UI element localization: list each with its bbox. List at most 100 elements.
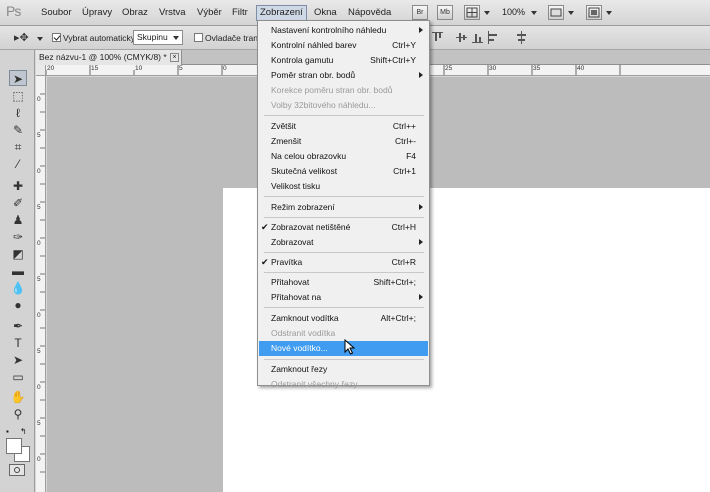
ruler-corner[interactable] — [36, 65, 46, 76]
menu-item-32bit-preview-options: Volby 32bitového náhledu... — [271, 100, 376, 110]
menu-item-proof-setup[interactable]: Nastavení kontrolního náhledu — [259, 23, 428, 38]
menu-item-zoom-in[interactable]: Zvětšit Ctrl++ — [259, 119, 428, 134]
move-tool-preset-icon[interactable]: ▸✥ — [14, 31, 29, 44]
align-bottom-icon[interactable] — [472, 31, 483, 44]
ruler-tick-label: 0 — [37, 240, 41, 247]
menu-filtr[interactable]: Filtr — [229, 6, 251, 20]
hand-view-icon[interactable] — [548, 5, 564, 20]
zoom-level[interactable]: 100% — [502, 7, 525, 17]
menu-upravy[interactable]: Úpravy — [79, 6, 115, 20]
menu-item-gamut-warning[interactable]: Kontrola gamutu Shift+Ctrl+Y — [259, 53, 428, 68]
ruler-tick-label: 15 — [91, 65, 99, 72]
auto-select-checkbox[interactable] — [52, 33, 61, 42]
blur-tool-icon[interactable]: 💧 — [9, 280, 27, 296]
chevron-down-icon[interactable] — [37, 37, 43, 41]
menu-item-zoom-out[interactable]: Zmenšit Ctrl+- — [259, 134, 428, 149]
spot-healing-tool-icon[interactable]: ✚ — [9, 178, 27, 194]
chevron-down-icon[interactable] — [484, 11, 490, 15]
eraser-tool-icon[interactable]: ◩ — [9, 246, 27, 262]
menu-napoveda[interactable]: Nápověda — [345, 6, 394, 20]
menu-item-rulers[interactable]: ✔ Pravítka Ctrl+R — [259, 255, 428, 270]
menu-item-pixel-aspect-ratio[interactable]: Poměr stran obr. bodů — [259, 68, 428, 83]
ruler-tick-label: 5 — [37, 276, 41, 283]
eyedropper-tool-icon[interactable]: ⁄ — [9, 156, 27, 172]
chevron-down-icon[interactable] — [531, 11, 537, 15]
zoom-tool-icon[interactable]: ⚲ — [9, 406, 27, 422]
path-selection-tool-icon[interactable]: ➤ — [9, 352, 27, 368]
mini-bridge-icon[interactable]: Mb — [437, 5, 453, 20]
align-top-icon[interactable] — [432, 31, 443, 44]
menu-item-lock-slices[interactable]: Zamknout řezy — [259, 362, 428, 377]
chevron-down-icon[interactable] — [606, 11, 612, 15]
swap-colors-icon[interactable]: ↰ — [20, 427, 27, 436]
ruler-tick-label: 5 — [37, 348, 41, 355]
close-icon[interactable]: × — [170, 53, 179, 62]
move-tool-icon[interactable]: ➤ — [9, 70, 27, 86]
menu-item-print-size[interactable]: Velikost tisku — [259, 179, 428, 194]
pen-tool-icon[interactable]: ✒ — [9, 318, 27, 334]
align-vertical-center-icon[interactable] — [456, 31, 467, 44]
default-colors-icon[interactable]: ▪ — [6, 427, 9, 436]
arrange-documents-icon[interactable] — [586, 5, 602, 20]
menu-vyber[interactable]: Výběr — [194, 6, 225, 20]
menu-item-fit-on-screen[interactable]: Na celou obrazovku F4 — [259, 149, 428, 164]
ruler-tick-label: 0 — [37, 96, 41, 103]
menu-item-extras[interactable]: ✔ Zobrazovat netištěné Ctrl+H — [259, 220, 428, 235]
menu-item-snap-to[interactable]: Přitahovat na — [259, 290, 428, 305]
ruler-tick-label: 0 — [37, 312, 41, 319]
menu-separator — [264, 217, 424, 218]
menu-okna[interactable]: Okna — [311, 6, 340, 20]
clone-stamp-tool-icon[interactable]: ♟ — [9, 212, 27, 228]
document-tab-title: Bez názvu-1 @ 100% (CMYK/8) * — [39, 52, 167, 62]
toolbox: ➤ ⬚ ℓ ✎ ⌗ ⁄ ✚ ✐ ♟ ✑ ◩ ▬ 💧 ● ✒ T ➤ ▭ ✋ ⚲ … — [0, 50, 35, 492]
menu-item-pixel-aspect-correction: Korekce poměru stran obr. bodů — [271, 85, 393, 95]
menu-item-show[interactable]: Zobrazovat — [259, 235, 428, 250]
hand-tool-icon[interactable]: ✋ — [9, 389, 27, 405]
foreground-color-swatch[interactable] — [6, 438, 22, 454]
align-left-icon[interactable] — [488, 31, 499, 44]
chevron-down-icon[interactable] — [568, 11, 574, 15]
photoshop-logo: Ps — [6, 3, 21, 19]
quick-selection-tool-icon[interactable]: ✎ — [9, 122, 27, 138]
mouse-cursor-icon — [344, 339, 356, 355]
vertical-ruler[interactable]: 0 5 0 5 0 5 0 5 0 5 0 — [36, 76, 46, 492]
auto-select-dropdown[interactable]: Skupinu — [133, 30, 183, 45]
transform-controls-label: Ovladače trans — [205, 33, 263, 43]
menu-item-screen-mode[interactable]: Režim zobrazení — [259, 200, 428, 215]
menu-item-proof-colors[interactable]: Kontrolní náhled barev Ctrl+Y — [259, 38, 428, 53]
menu-item-lock-guides[interactable]: Zamknout vodítka Alt+Ctrl+; — [259, 311, 428, 326]
menu-zobrazeni[interactable]: Zobrazení — [256, 5, 307, 21]
crop-tool-icon[interactable]: ⌗ — [9, 139, 27, 155]
dodge-tool-icon[interactable]: ● — [9, 297, 27, 313]
menu-separator — [264, 359, 424, 360]
transform-controls-checkbox[interactable] — [194, 33, 203, 42]
menu-item-clear-slices: Odstranit všechny řezy — [271, 379, 358, 389]
extras-icon[interactable] — [464, 5, 480, 20]
history-brush-tool-icon[interactable]: ✑ — [9, 229, 27, 245]
submenu-arrow-icon — [419, 27, 423, 33]
menu-item-snap[interactable]: Přitahovat Shift+Ctrl+; — [259, 275, 428, 290]
bridge-icon[interactable]: Br — [412, 5, 428, 20]
quick-mask-icon[interactable] — [9, 464, 25, 476]
ruler-tick-label: 5 — [37, 204, 41, 211]
gradient-tool-icon[interactable]: ▬ — [9, 263, 27, 279]
marquee-tool-icon[interactable]: ⬚ — [9, 88, 27, 104]
menu-obraz[interactable]: Obraz — [119, 6, 151, 20]
menu-soubor[interactable]: Soubor — [38, 6, 75, 20]
menu-item-actual-pixels[interactable]: Skutečná velikost Ctrl+1 — [259, 164, 428, 179]
ruler-tick-label: 0 — [37, 168, 41, 175]
menu-vrstva[interactable]: Vrstva — [156, 6, 189, 20]
auto-select-value: Skupinu — [137, 32, 168, 42]
chevron-down-icon — [173, 36, 179, 40]
menu-separator — [264, 115, 424, 116]
checkmark-icon: ✔ — [261, 222, 269, 232]
type-tool-icon[interactable]: T — [9, 335, 27, 351]
rectangle-tool-icon[interactable]: ▭ — [9, 369, 27, 385]
ruler-tick-label: 0 — [223, 65, 227, 72]
ruler-tick-label: 20 — [47, 65, 55, 72]
lasso-tool-icon[interactable]: ℓ — [9, 105, 27, 121]
submenu-arrow-icon — [419, 294, 423, 300]
document-tab[interactable]: Bez názvu-1 @ 100% (CMYK/8) * × — [36, 50, 182, 65]
brush-tool-icon[interactable]: ✐ — [9, 195, 27, 211]
distribute-icon[interactable] — [516, 31, 527, 44]
